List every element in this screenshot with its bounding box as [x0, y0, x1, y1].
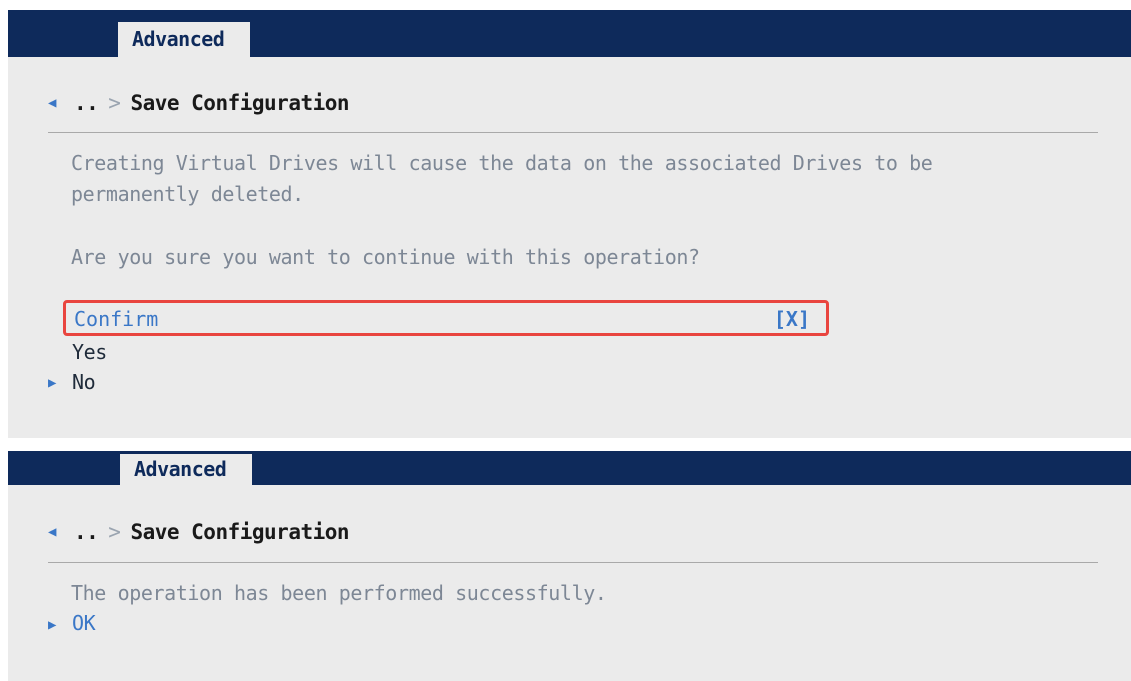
warning-message-line-2: permanently deleted.: [71, 182, 304, 206]
breadcrumb-parent[interactable]: ..: [74, 91, 99, 115]
right-pointer-icon: ▶: [48, 617, 57, 633]
left-arrow-icon[interactable]: ◀: [48, 524, 66, 540]
confirm-label: Confirm: [74, 307, 159, 331]
breadcrumb-separator: >: [108, 91, 121, 115]
tab-advanced[interactable]: Advanced: [120, 454, 252, 485]
breadcrumb-current: Save Configuration: [130, 91, 350, 115]
right-pointer-icon: ▶: [48, 375, 57, 391]
breadcrumb: ◀ .. > Save Configuration: [48, 86, 350, 120]
no-option[interactable]: No: [72, 367, 96, 397]
success-message: The operation has been performed success…: [71, 581, 607, 605]
ok-option[interactable]: OK: [72, 608, 96, 638]
confirm-screen: Advanced ◀ .. > Save Configuration Creat…: [8, 10, 1131, 438]
divider: [48, 562, 1098, 563]
tab-advanced[interactable]: Advanced: [118, 22, 250, 57]
success-screen: Advanced ◀ .. > Save Configuration The o…: [8, 451, 1131, 681]
confirm-checkbox[interactable]: [X]: [774, 304, 810, 334]
warning-message-line-1: Creating Virtual Drives will cause the d…: [71, 151, 933, 175]
divider: [48, 132, 1098, 133]
top-header-bar: Advanced: [8, 451, 1131, 485]
left-arrow-icon[interactable]: ◀: [48, 95, 66, 111]
yes-option[interactable]: Yes: [72, 337, 107, 367]
confirm-question: Are you sure you want to continue with t…: [71, 245, 700, 269]
breadcrumb-separator: >: [108, 520, 121, 544]
confirm-checkbox-row[interactable]: Confirm [X]: [63, 300, 829, 336]
breadcrumb: ◀ .. > Save Configuration: [48, 515, 350, 549]
breadcrumb-parent[interactable]: ..: [74, 520, 99, 544]
top-header-bar: Advanced: [8, 10, 1131, 57]
breadcrumb-current: Save Configuration: [130, 520, 350, 544]
